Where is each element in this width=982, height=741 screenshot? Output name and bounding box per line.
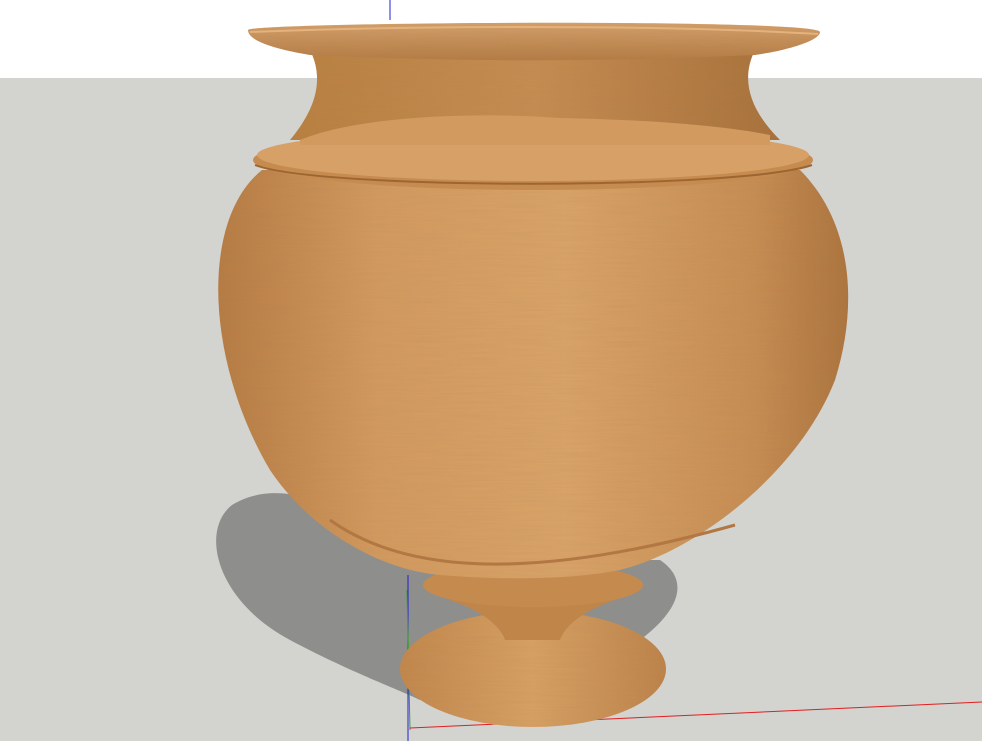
vase-rim[interactable] xyxy=(248,22,820,61)
model-canvas[interactable] xyxy=(0,0,982,741)
vase-neck[interactable] xyxy=(290,50,780,145)
sketchup-viewport[interactable] xyxy=(0,0,982,741)
